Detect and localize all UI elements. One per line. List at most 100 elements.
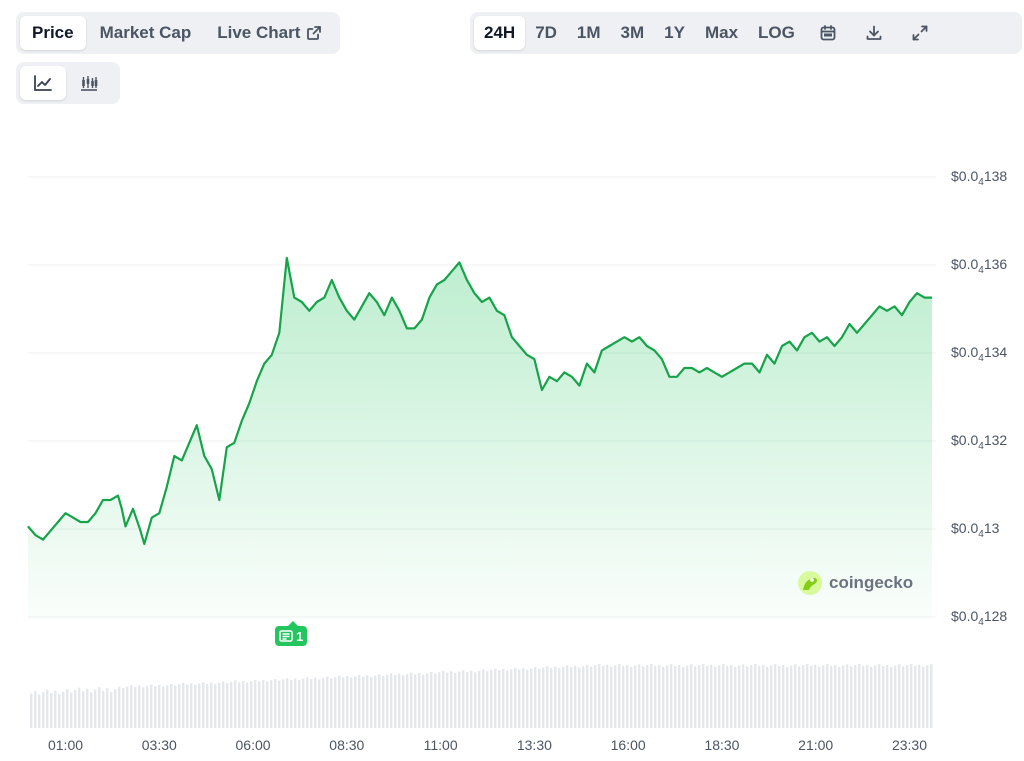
volume-bar [838, 666, 841, 728]
volume-bar [498, 670, 501, 728]
log-scale-label: LOG [758, 23, 795, 42]
y-tick-label: $0.04138 [951, 168, 1007, 188]
volume-bar [242, 680, 245, 728]
volume-bar [314, 677, 317, 728]
volume-bar [394, 675, 397, 728]
volume-bar [206, 683, 209, 728]
log-scale-button[interactable]: LOG [748, 16, 805, 50]
y-tick-label: $0.04128 [951, 608, 1007, 628]
y-tick-label: $0.0413 [951, 520, 999, 540]
y-tick-digits: 138 [983, 168, 1008, 184]
volume-bar [734, 666, 737, 728]
volume-bar [322, 678, 325, 728]
volume-bar [478, 670, 481, 728]
volume-bar [402, 675, 405, 728]
volume-bar [74, 690, 77, 728]
range-7d-button[interactable]: 7D [525, 16, 567, 50]
volume-bar [550, 667, 553, 728]
volume-bar [606, 664, 609, 728]
volume-bar [758, 665, 761, 728]
volume-bar [502, 668, 505, 728]
volume-bar [870, 666, 873, 728]
volume-bar [782, 664, 785, 728]
volume-bar [622, 666, 625, 728]
volume-bar [378, 674, 381, 728]
volume-bar [94, 689, 97, 728]
volume-bar [210, 682, 213, 728]
volume-bar [682, 666, 685, 728]
volume-bar [490, 669, 493, 728]
volume-bar [346, 676, 349, 728]
tab-price[interactable]: Price [20, 16, 86, 50]
date-picker-button[interactable] [805, 16, 851, 50]
volume-bar [118, 686, 121, 728]
volume-bar [538, 668, 541, 728]
volume-bar [290, 679, 293, 728]
volume-bar [802, 665, 805, 728]
volume-bar [878, 664, 881, 728]
y-tick-digits: 132 [983, 432, 1008, 448]
fullscreen-button[interactable] [897, 16, 943, 50]
x-tick-label: 01:00 [47, 737, 84, 753]
volume-bar [670, 664, 673, 728]
candlestick-chart-button[interactable] [66, 66, 112, 100]
volume-bar [90, 692, 93, 728]
range-1y-button[interactable]: 1Y [654, 16, 695, 50]
tab-live-chart[interactable]: Live Chart [205, 16, 334, 50]
volume-bar [574, 665, 577, 728]
range-3m-button[interactable]: 3M [611, 16, 655, 50]
volume-bar [482, 669, 485, 728]
volume-bar [830, 666, 833, 728]
volume-bar [106, 688, 109, 728]
volume-bar [702, 664, 705, 728]
volume-bar [762, 664, 765, 728]
volume-bar [426, 673, 429, 728]
range-max-button[interactable]: Max [695, 16, 748, 50]
volume-bar [326, 676, 329, 728]
range-24h-button[interactable]: 24H [474, 16, 526, 50]
range-1m-button[interactable]: 1M [567, 16, 611, 50]
volume-bar [806, 664, 809, 728]
line-chart-button[interactable] [20, 66, 66, 100]
volume-bar [446, 672, 449, 728]
tab-live-chart-label: Live Chart [217, 23, 301, 42]
volume-bar [594, 665, 597, 728]
volume-bar [858, 664, 861, 728]
chart-style-toggle [16, 62, 120, 104]
volume-bar [914, 665, 917, 728]
volume-bar [778, 666, 781, 728]
volume-bar [318, 679, 321, 728]
chart-type-tabs: Price Market Cap Live Chart [16, 12, 341, 54]
volume-bar [822, 665, 825, 728]
volume-bar [250, 681, 253, 728]
volume-bar [374, 675, 377, 728]
tab-market-cap[interactable]: Market Cap [88, 16, 204, 50]
volume-bar [274, 679, 277, 728]
volume-bar [738, 665, 741, 728]
volume-bar [798, 666, 801, 728]
volume-bar [614, 665, 617, 728]
volume-bar [726, 666, 729, 728]
range-max-label: Max [704, 23, 739, 42]
x-tick-label: 13:30 [516, 737, 552, 753]
download-icon [866, 25, 882, 40]
download-button[interactable] [851, 16, 897, 50]
volume-bar [466, 671, 469, 728]
volume-bar [810, 665, 813, 728]
volume-bar [450, 671, 453, 728]
volume-bar [882, 666, 885, 728]
volume-bar [226, 683, 229, 728]
volume-bar [154, 686, 157, 728]
volume-bar [166, 685, 169, 728]
volume-bar [854, 665, 857, 728]
watermark-text: coingecko [829, 573, 914, 592]
volume-bar [438, 672, 441, 728]
x-tick-label: 16:00 [610, 737, 646, 753]
volume-bar [770, 665, 773, 728]
price-chart[interactable] [0, 0, 1024, 761]
volume-bar [78, 687, 81, 728]
news-marker[interactable]: 1 [275, 621, 308, 646]
volume-bar [894, 665, 897, 728]
volume-bar [38, 694, 41, 728]
candlestick-icon [81, 76, 98, 91]
